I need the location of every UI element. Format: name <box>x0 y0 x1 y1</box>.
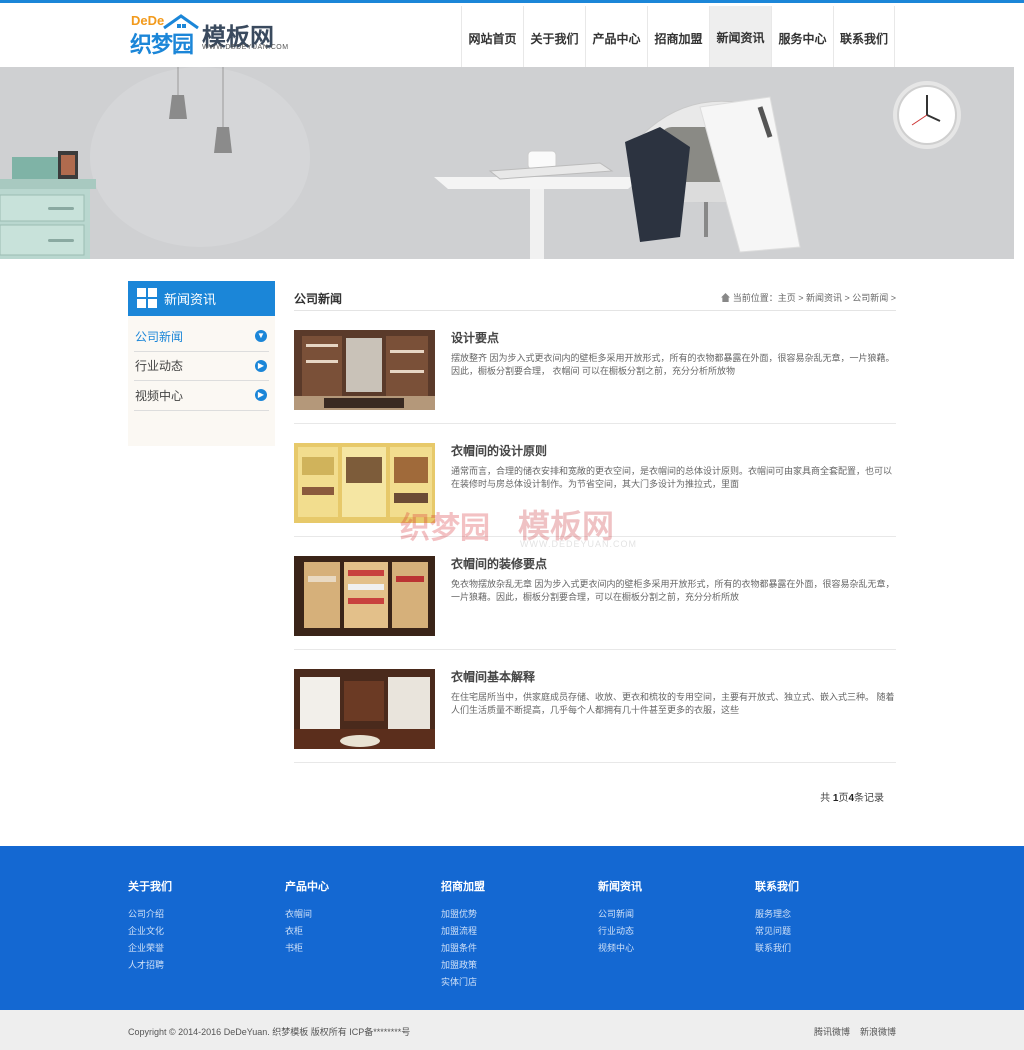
news-summary: 摆放整齐 因为步入式更衣间内的壁柜多采用开放形式，所有的衣物都暴露在外面，很容易… <box>451 353 895 376</box>
site-logo[interactable]: DeDe 织梦园 模板网 WWW.DEDEYUAN.COM <box>128 13 288 57</box>
pagination-info: 共 1页4条记录 <box>294 789 884 804</box>
main-nav: 网站首页 关于我们 产品中心 招商加盟 新闻资讯 服务中心 联系我们 <box>461 6 895 70</box>
sidebar-item-video-center[interactable]: 视频中心 ▶ <box>134 381 269 411</box>
footer-heading[interactable]: 新闻资讯 <box>598 878 642 894</box>
news-thumbnail[interactable] <box>294 330 435 410</box>
breadcrumb[interactable]: 当前位置：主页 > 新闻资讯 > 公司新闻 > <box>720 291 896 304</box>
sidebar: 新闻资讯 公司新闻 ▼ 行业动态 ▶ 视频中心 ▶ <box>128 281 275 446</box>
wall-clock-icon <box>893 81 961 149</box>
grid-icon <box>137 288 158 309</box>
footer-heading[interactable]: 招商加盟 <box>441 878 485 894</box>
news-summary: 免衣物摆放杂乱无章 因为步入式更衣间内的壁柜多采用开放形式，所有的衣物都暴露在外… <box>451 579 895 602</box>
nav-news[interactable]: 新闻资讯 <box>709 6 771 70</box>
hero-banner <box>0 67 1014 259</box>
footer-col-franchise: 招商加盟 加盟优势 加盟流程 加盟条件 加盟政策 实体门店 <box>441 878 485 991</box>
breadcrumb-text: 当前位置：主页 > 新闻资讯 > 公司新闻 > <box>732 293 896 303</box>
news-title[interactable]: 衣帽间的装修要点 <box>451 555 547 572</box>
main-content: 公司新闻 当前位置：主页 > 新闻资讯 > 公司新闻 > 设计要点 摆放整齐 因… <box>294 281 896 804</box>
banner-illustration <box>0 67 961 259</box>
footer-link[interactable]: 服务理念 <box>755 906 799 923</box>
footer-col-contact: 联系我们 服务理念 常见问题 联系我们 <box>755 878 799 957</box>
footer-heading[interactable]: 关于我们 <box>128 878 172 894</box>
sidebar-item-industry-news[interactable]: 行业动态 ▶ <box>134 352 269 381</box>
watermark-url: WWW.DEDEYUAN.COM <box>520 539 637 549</box>
footer-link[interactable]: 视频中心 <box>598 940 642 957</box>
news-title[interactable]: 衣帽间的设计原则 <box>451 442 547 459</box>
sina-weibo-link[interactable]: 新浪微博 <box>860 1025 896 1038</box>
footer-col-products: 产品中心 衣帽间 衣柜 书柜 <box>285 878 329 957</box>
chevron-down-icon: ▼ <box>255 330 267 343</box>
news-title[interactable]: 设计要点 <box>451 329 499 346</box>
logo-url-text: WWW.DEDEYUAN.COM <box>202 44 289 51</box>
nav-home[interactable]: 网站首页 <box>461 6 523 70</box>
news-thumbnail[interactable] <box>294 669 435 749</box>
footer-link[interactable]: 联系我们 <box>755 940 799 957</box>
sidebar-item-company-news[interactable]: 公司新闻 ▼ <box>134 322 269 352</box>
social-links: 腾讯微博 新浪微博 <box>814 1025 896 1038</box>
news-item[interactable]: 设计要点 摆放整齐 因为步入式更衣间内的壁柜多采用开放形式，所有的衣物都暴露在外… <box>294 311 896 424</box>
footer-link[interactable]: 书柜 <box>285 940 329 957</box>
footer-col-news: 新闻资讯 公司新闻 行业动态 视频中心 <box>598 878 642 957</box>
footer-link[interactable]: 加盟条件 <box>441 940 485 957</box>
home-icon <box>720 293 730 302</box>
house-roof-icon <box>163 14 199 30</box>
news-item[interactable]: 衣帽间基本解释 在住宅居所当中，供家庭成员存储、收放、更衣和梳妆的专用空间，主要… <box>294 650 896 763</box>
logo-small-text: DeDe <box>131 13 165 28</box>
pendant-lamp-icon <box>169 95 187 119</box>
footer-link[interactable]: 人才招聘 <box>128 957 172 974</box>
footer-link[interactable]: 行业动态 <box>598 923 642 940</box>
sidebar-item-label: 行业动态 <box>135 359 184 374</box>
copyright-text: Copyright © 2014-2016 DeDeYuan. 织梦模板 版权所… <box>128 1027 411 1037</box>
footer-link[interactable]: 衣柜 <box>285 923 329 940</box>
nav-products[interactable]: 产品中心 <box>585 6 647 70</box>
footer-link[interactable]: 实体门店 <box>441 974 485 991</box>
pager-suffix: 条记录 <box>854 793 884 804</box>
pendant-lamp-icon <box>214 127 232 153</box>
chevron-right-icon: ▶ <box>255 359 267 372</box>
nav-contact[interactable]: 联系我们 <box>833 6 895 70</box>
news-summary: 通常而言，合理的储衣安排和宽敞的更衣空间，是衣帽间的总体设计原则。衣帽间可由家具… <box>451 466 893 489</box>
nav-about[interactable]: 关于我们 <box>523 6 585 70</box>
footer-link[interactable]: 衣帽间 <box>285 906 329 923</box>
tencent-weibo-link[interactable]: 腾讯微博 <box>814 1025 850 1038</box>
news-title[interactable]: 衣帽间基本解释 <box>451 668 535 685</box>
sidebar-item-label: 公司新闻 <box>135 329 184 344</box>
site-footer: 关于我们 公司介绍 企业文化 企业荣誉 人才招聘 产品中心 衣帽间 衣柜 书柜 … <box>0 846 1024 1010</box>
footer-link[interactable]: 企业荣誉 <box>128 940 172 957</box>
footer-heading[interactable]: 联系我们 <box>755 878 799 894</box>
footer-link[interactable]: 企业文化 <box>128 923 172 940</box>
nav-service[interactable]: 服务中心 <box>771 6 833 70</box>
pager-mid: 页 <box>838 793 849 804</box>
footer-heading[interactable]: 产品中心 <box>285 878 329 894</box>
copyright-bar: Copyright © 2014-2016 DeDeYuan. 织梦模板 版权所… <box>0 1010 1024 1050</box>
footer-link[interactable]: 公司新闻 <box>598 906 642 923</box>
watermark-cn: 织梦园 <box>400 512 490 545</box>
sidebar-header: 新闻资讯 <box>128 281 275 316</box>
pager-prefix: 共 <box>820 793 833 804</box>
footer-col-about: 关于我们 公司介绍 企业文化 企业荣誉 人才招聘 <box>128 878 172 974</box>
footer-link[interactable]: 常见问题 <box>755 923 799 940</box>
chevron-right-icon: ▶ <box>255 389 267 402</box>
sidebar-title: 新闻资讯 <box>164 292 217 307</box>
content-header: 公司新闻 当前位置：主页 > 新闻资讯 > 公司新闻 > <box>294 281 896 311</box>
watermark: 织梦园 模板网 WWW.DEDEYUAN.COM <box>400 495 636 555</box>
page-title: 公司新闻 <box>294 292 343 306</box>
nav-franchise[interactable]: 招商加盟 <box>647 6 709 70</box>
news-summary: 在住宅居所当中，供家庭成员存储、收放、更衣和梳妆的专用空间，主要有开放式、独立式… <box>451 692 895 715</box>
footer-link[interactable]: 加盟流程 <box>441 923 485 940</box>
sidebar-item-label: 视频中心 <box>135 388 184 403</box>
footer-link[interactable]: 加盟政策 <box>441 957 485 974</box>
site-header: DeDe 织梦园 模板网 WWW.DEDEYUAN.COM 网站首页 关于我们 … <box>0 3 1024 70</box>
footer-link[interactable]: 加盟优势 <box>441 906 485 923</box>
news-thumbnail[interactable] <box>294 556 435 636</box>
footer-link[interactable]: 公司介绍 <box>128 906 172 923</box>
